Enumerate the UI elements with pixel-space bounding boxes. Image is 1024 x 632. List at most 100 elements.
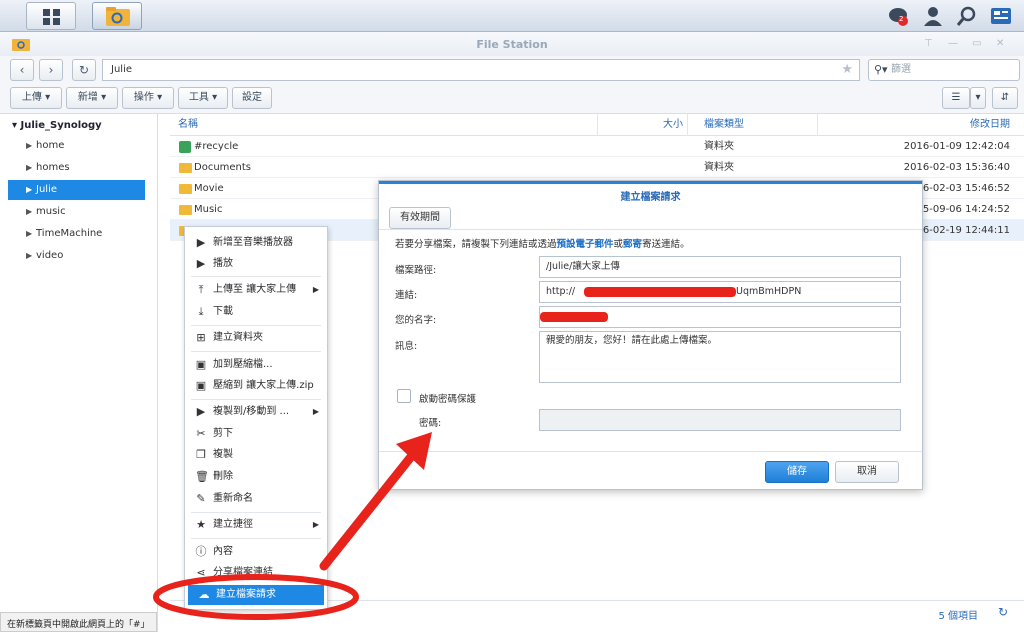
menu-item-share-link[interactable]: ⋖ 分享檔案連結 [185, 563, 327, 583]
expand-arrow-icon[interactable]: ▶ [26, 224, 32, 244]
sidebar-root[interactable]: ▾ Julie_Synology [12, 120, 102, 131]
menu-item-create-folder[interactable]: ⊞ 建立資料夾 [185, 328, 327, 348]
expand-arrow-icon[interactable]: ▶ [26, 158, 32, 178]
link-field[interactable]: http:// UqmBmHDPN [539, 281, 901, 303]
menu-separator [191, 325, 321, 326]
view-mode-button[interactable]: ☰ [942, 87, 970, 109]
menu-item-create-file-request[interactable]: ☁ 建立檔案請求 [188, 585, 324, 605]
menu-item-label: 建立檔案請求 [216, 589, 276, 600]
notification-badge: 2 [899, 15, 904, 23]
menu-item-cut[interactable]: ✂ 剪下 [185, 424, 327, 444]
archive-icon: ▣ [195, 379, 207, 392]
menu-item-compress[interactable]: ▣ 壓縮到 讓大家上傳.zip [185, 376, 327, 396]
sidebar-item-music[interactable]: ▶ music [8, 202, 145, 222]
folder-search-icon [106, 7, 130, 26]
upload-button[interactable]: 上傳 ▾ [10, 87, 62, 109]
cancel-button[interactable]: 取消 [835, 461, 899, 483]
expand-arrow-icon[interactable]: ▶ [26, 136, 32, 156]
default-email-link[interactable]: 預設電子郵件 [557, 239, 614, 250]
expand-arrow-icon[interactable]: ▶ [26, 180, 32, 200]
message-field[interactable]: 親愛的朋友，您好！請在此處上傳檔案。 [539, 331, 901, 383]
share-icon: ⋖ [196, 566, 206, 579]
column-size[interactable]: 大小 [598, 114, 688, 136]
pin-icon[interactable]: ⊤ [924, 38, 933, 49]
star-icon[interactable]: ★ [841, 60, 853, 80]
list-view-icon: ☰ [951, 92, 961, 103]
maximize-icon[interactable]: ▭ [972, 38, 981, 49]
menu-item-label: 內容 [213, 546, 233, 557]
widgets-icon[interactable] [990, 6, 1012, 26]
menu-item-create-shortcut[interactable]: ★ 建立捷徑 ▶ [185, 515, 327, 535]
forward-button[interactable]: › [39, 59, 63, 81]
note-text: 若要分享檔案，請複製下列連結或透過 [395, 239, 557, 250]
user-icon[interactable] [922, 6, 944, 26]
create-button[interactable]: 新增 ▾ [66, 87, 118, 109]
chat-icon[interactable]: 2 [888, 6, 910, 26]
close-icon[interactable]: ✕ [996, 38, 1004, 49]
redaction-mark [540, 312, 608, 322]
menu-item-rename[interactable]: ✎ 重新命名 [185, 489, 327, 509]
trash-icon: 🗑 [195, 470, 209, 483]
file-station-taskbar-button[interactable] [92, 2, 142, 30]
copy-move-icon: ▶ [196, 405, 206, 418]
sidebar-item-julie[interactable]: ▶ Julie [8, 180, 145, 200]
sidebar-item-video[interactable]: ▶ video [8, 246, 145, 266]
menu-item-download[interactable]: ⤓ 下載 [185, 302, 327, 322]
column-name[interactable]: 名稱 [170, 114, 598, 136]
minimize-icon[interactable]: — [948, 38, 958, 49]
menu-item-upload-to[interactable]: ⤒ 上傳至 讓大家上傳 ▶ [185, 280, 327, 300]
password-field[interactable] [539, 409, 901, 431]
menu-item-label: 複製 [213, 449, 233, 460]
filter-input[interactable]: ⚲▾ 篩選 [868, 59, 1020, 81]
row-type: 資料夾 [704, 141, 734, 152]
password-protection-checkbox[interactable] [397, 389, 411, 403]
sidebar-item-timemachine[interactable]: ▶ TimeMachine [8, 224, 145, 244]
menu-item-add-to-archive[interactable]: ▣ 加到壓縮檔... [185, 355, 327, 375]
validity-period-button[interactable]: 有效期間 [389, 207, 451, 229]
table-row[interactable]: #recycle 資料夾 2016-01-09 12:42:04 [170, 136, 1024, 157]
expand-arrow-icon[interactable]: ▶ [26, 202, 32, 222]
search-icon: ⚲▾ [874, 63, 888, 76]
window-titlebar: File Station ⊤ — ▭ ✕ [0, 32, 1024, 56]
menu-item-label: 分享檔案連結 [213, 567, 273, 578]
menu-item-label: 新增至音樂播放器 [213, 237, 293, 248]
menu-item-delete[interactable]: 🗑 刪除 [185, 467, 327, 487]
sidebar-item-homes[interactable]: ▶ homes [8, 158, 145, 178]
play-icon: ▶ [196, 236, 206, 249]
menu-item-play[interactable]: ▶ 播放 [185, 254, 327, 274]
chevron-down-icon: ▾ [975, 92, 981, 103]
name-field[interactable] [539, 306, 901, 328]
mail-link[interactable]: 郵寄 [623, 239, 642, 250]
menu-item-add-to-player[interactable]: ▶ 新增至音樂播放器 [185, 233, 327, 253]
menu-item-label: 複製到/移動到 ... [213, 406, 290, 417]
menu-item-copy-move[interactable]: ▶ 複製到/移動到 ... ▶ [185, 402, 327, 422]
grid-icon [43, 9, 60, 25]
menu-item-properties[interactable]: ⓘ 內容 [185, 542, 327, 562]
refresh-button[interactable]: ↻ [72, 59, 96, 81]
settings-button[interactable]: 設定 [232, 87, 272, 109]
sidebar-item-home[interactable]: ▶ home [8, 136, 145, 156]
view-dropdown-button[interactable]: ▾ [970, 87, 986, 109]
search-icon[interactable] [956, 6, 978, 26]
path-field[interactable]: /Julie/讓大家上傳 [539, 256, 901, 278]
table-row[interactable]: Documents 資料夾 2016-02-03 15:36:40 [170, 157, 1024, 178]
info-icon: ⓘ [195, 545, 207, 558]
row-date: 6-02-03 15:46:52 [922, 183, 1010, 194]
back-button[interactable]: ‹ [10, 59, 34, 81]
sort-button[interactable]: ⇵ [992, 87, 1018, 109]
menu-separator [191, 276, 321, 277]
password-label: 密碼: [419, 418, 442, 429]
folder-icon [179, 205, 192, 215]
refresh-icon[interactable]: ↻ [998, 605, 1008, 619]
main-menu-button[interactable] [26, 2, 76, 30]
menu-item-copy[interactable]: ❐ 複製 [185, 445, 327, 465]
add-folder-icon: ⊞ [196, 331, 206, 344]
expand-arrow-icon[interactable]: ▶ [26, 246, 32, 266]
path-text: Julie [111, 64, 132, 75]
action-button[interactable]: 操作 ▾ [122, 87, 174, 109]
column-type[interactable]: 檔案類型 [698, 114, 818, 136]
path-input[interactable]: Julie ★ [102, 59, 860, 81]
column-modified[interactable]: 修改日期 [818, 114, 1024, 136]
save-button[interactable]: 儲存 [765, 461, 829, 483]
tools-button[interactable]: 工具 ▾ [178, 87, 228, 109]
